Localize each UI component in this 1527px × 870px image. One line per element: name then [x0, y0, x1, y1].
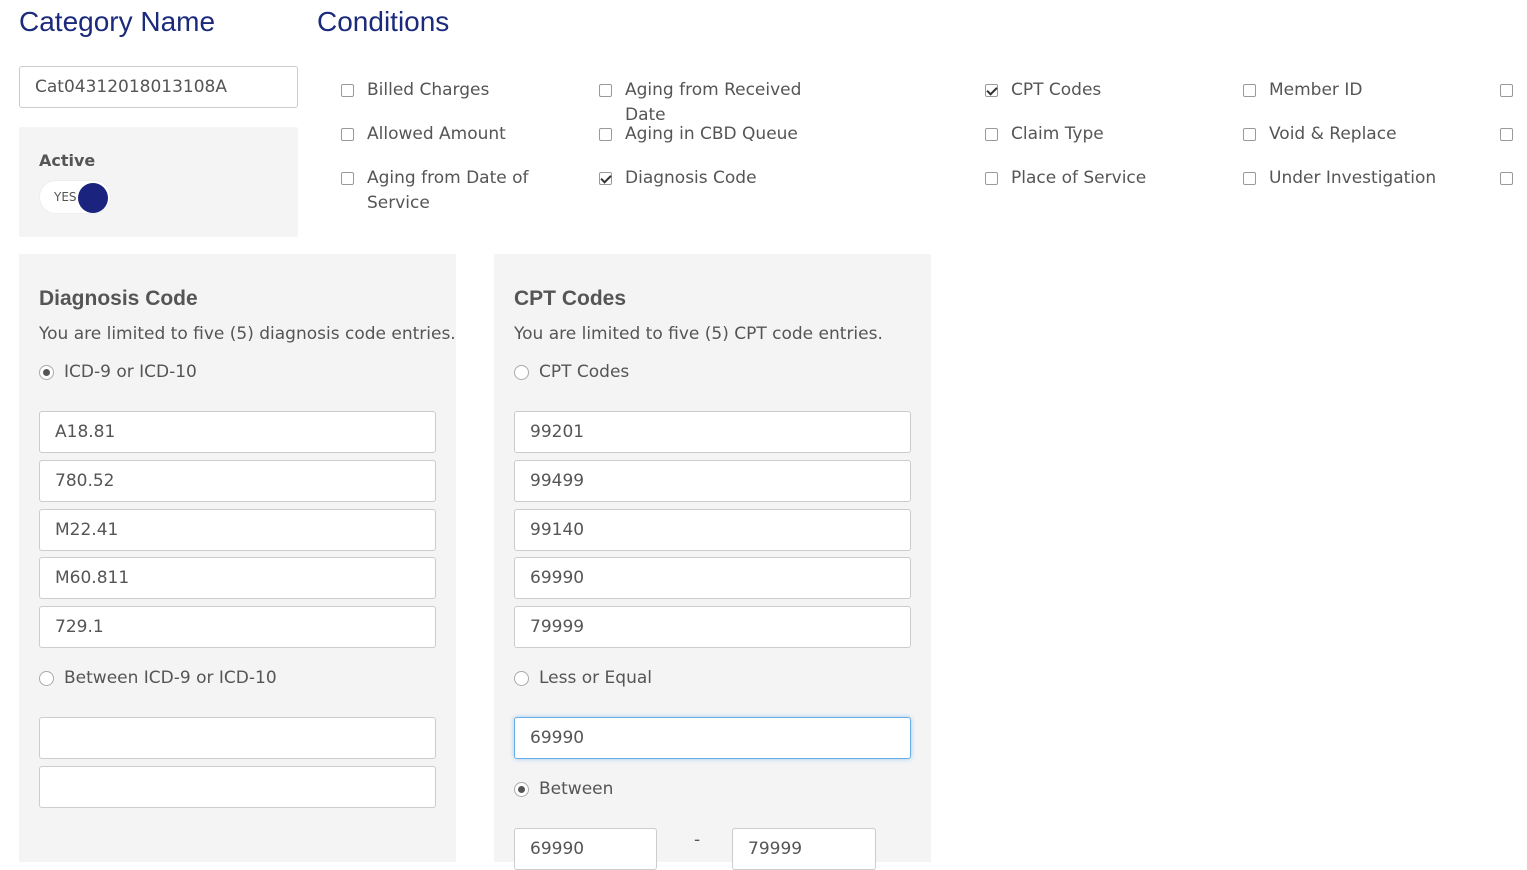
checkbox[interactable] [1500, 84, 1513, 97]
condition-label: Member ID [1269, 80, 1363, 100]
checkbox[interactable] [341, 84, 354, 97]
condition-void-replace[interactable]: Void & Replace [1243, 122, 1483, 147]
condition-label: Aging in CBD Queue [625, 124, 798, 144]
cpt-code-input-5[interactable] [514, 606, 911, 648]
condition-label: Void & Replace [1269, 124, 1397, 144]
condition-billed-charges[interactable]: Billed Charges [341, 78, 581, 103]
cpt-between-to-input[interactable] [732, 828, 876, 870]
cpt-panel-title: CPT Codes [514, 287, 627, 310]
toggle-yes-text: YES [54, 190, 77, 204]
cpt-code-input-3[interactable] [514, 509, 911, 551]
cpt-option-between[interactable]: Between [514, 779, 613, 799]
radio[interactable] [514, 364, 529, 380]
diagnosis-option-single[interactable]: ICD-9 or ICD-10 [39, 362, 197, 382]
checkbox[interactable] [1243, 128, 1256, 141]
condition-label: Aging from Date of Service [367, 168, 529, 213]
condition-label: Place of Service [1011, 168, 1147, 188]
active-label: Active [39, 151, 96, 170]
cpt-option-codes[interactable]: CPT Codes [514, 362, 629, 382]
cpt-less-equal-input[interactable] [514, 717, 911, 759]
cpt-code-input-2[interactable] [514, 460, 911, 502]
diagnosis-limit-note: You are limited to five (5) diagnosis co… [39, 324, 456, 344]
checkbox[interactable] [341, 128, 354, 141]
condition-partial-col5-row3[interactable] [1500, 166, 1527, 185]
checkbox[interactable] [1500, 172, 1513, 185]
active-toggle[interactable]: YES [39, 180, 111, 214]
radio[interactable] [514, 670, 529, 686]
condition-diagnosis-code[interactable]: Diagnosis Code [599, 166, 839, 191]
condition-partial-col5-row2[interactable] [1500, 122, 1527, 141]
diagnosis-panel-title: Diagnosis Code [39, 287, 198, 310]
radio-label: CPT Codes [539, 362, 630, 382]
cpt-option-less-equal[interactable]: Less or Equal [514, 668, 652, 688]
cpt-code-input-4[interactable] [514, 557, 911, 599]
radio-selected[interactable] [39, 364, 54, 380]
checkbox[interactable] [1243, 84, 1256, 97]
radio[interactable] [39, 670, 54, 686]
between-separator: - [694, 830, 701, 850]
checkbox-checked[interactable] [985, 84, 998, 97]
active-status-box: Active YES [19, 127, 298, 237]
diagnosis-code-panel: Diagnosis Code You are limited to five (… [19, 254, 456, 862]
cpt-limit-note: You are limited to five (5) CPT code ent… [514, 324, 883, 344]
condition-aging-date-of-service[interactable]: Aging from Date of Service [341, 166, 541, 216]
condition-aging-received-date[interactable]: Aging from Received Date [599, 78, 839, 128]
diagnosis-option-between[interactable]: Between ICD-9 or ICD-10 [39, 668, 277, 688]
condition-label: Under Investigation [1269, 168, 1437, 188]
condition-allowed-amount[interactable]: Allowed Amount [341, 122, 581, 147]
cpt-code-input-1[interactable] [514, 411, 911, 453]
condition-claim-type[interactable]: Claim Type [985, 122, 1225, 147]
diagnosis-code-input-2[interactable] [39, 460, 436, 502]
condition-under-investigation[interactable]: Under Investigation [1243, 166, 1483, 191]
radio-label: Between ICD-9 or ICD-10 [64, 668, 277, 688]
condition-label: Claim Type [1011, 124, 1104, 144]
diagnosis-between-from-input[interactable] [39, 717, 436, 759]
cpt-between-from-input[interactable] [514, 828, 657, 870]
condition-partial-col5-row1[interactable] [1500, 78, 1527, 97]
radio-label: ICD-9 or ICD-10 [64, 362, 197, 382]
condition-label: CPT Codes [1011, 80, 1102, 100]
category-name-heading: Category Name [19, 6, 216, 37]
checkbox-checked[interactable] [599, 172, 612, 185]
checkbox[interactable] [599, 128, 612, 141]
category-name-input[interactable] [19, 66, 298, 108]
condition-member-id[interactable]: Member ID [1243, 78, 1483, 103]
condition-label: Aging from Received Date [625, 80, 802, 125]
condition-place-of-service[interactable]: Place of Service [985, 166, 1225, 191]
toggle-knob [78, 183, 108, 213]
diagnosis-code-input-3[interactable] [39, 509, 436, 551]
checkbox[interactable] [599, 84, 612, 97]
diagnosis-code-input-5[interactable] [39, 606, 436, 648]
checkbox[interactable] [341, 172, 354, 185]
condition-label: Allowed Amount [367, 124, 506, 144]
checkbox[interactable] [1500, 128, 1513, 141]
diagnosis-code-input-4[interactable] [39, 557, 436, 599]
radio-selected[interactable] [514, 781, 529, 797]
conditions-heading: Conditions [317, 6, 450, 37]
radio-label: Between [539, 779, 614, 799]
checkbox[interactable] [985, 172, 998, 185]
checkbox[interactable] [985, 128, 998, 141]
diagnosis-between-to-input[interactable] [39, 766, 436, 808]
condition-label: Diagnosis Code [625, 168, 757, 188]
condition-aging-cbd-queue[interactable]: Aging in CBD Queue [599, 122, 839, 147]
radio-label: Less or Equal [539, 668, 652, 688]
cpt-codes-panel: CPT Codes You are limited to five (5) CP… [494, 254, 931, 870]
condition-label: Billed Charges [367, 80, 490, 100]
condition-cpt-codes[interactable]: CPT Codes [985, 78, 1225, 103]
diagnosis-code-input-1[interactable] [39, 411, 436, 453]
checkbox[interactable] [1243, 172, 1256, 185]
